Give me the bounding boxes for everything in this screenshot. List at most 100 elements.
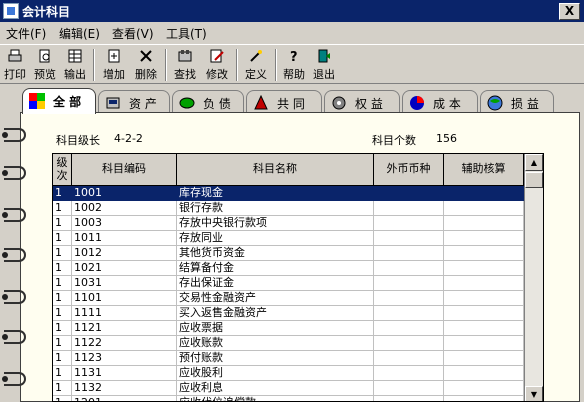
- cell-name: 存出保证金: [177, 276, 374, 291]
- level-length-value: 4-2-2: [114, 132, 143, 145]
- cell-auxiliary: [444, 381, 524, 396]
- add-button[interactable]: 增加: [99, 47, 129, 81]
- cell-name: 存放中央银行款项: [177, 216, 374, 231]
- scroll-thumb[interactable]: [525, 172, 543, 188]
- menu-tools[interactable]: 工具(T): [166, 25, 207, 42]
- table-row[interactable]: 11201应收代位追偿款: [53, 396, 524, 401]
- tab-common[interactable]: 共 同: [246, 90, 322, 112]
- table-row[interactable]: 1 1012 其他货币资金: [53, 246, 524, 261]
- find-icon: [178, 49, 192, 63]
- table-row[interactable]: 1 1101 交易性金融资产: [53, 291, 524, 306]
- exit-button[interactable]: 退出: [310, 47, 338, 81]
- cell-code: 1101: [72, 291, 177, 306]
- magic-wand-icon: [249, 49, 263, 63]
- cell-level: 1: [53, 246, 72, 261]
- delete-button[interactable]: 删除: [131, 47, 161, 81]
- table-row[interactable]: 1 1011 存放同业: [53, 231, 524, 246]
- tab-assets[interactable]: 资 产: [98, 90, 170, 112]
- vertical-scrollbar[interactable]: ▲ ▼: [524, 154, 543, 401]
- binder-ring: [2, 128, 26, 142]
- table-row[interactable]: 1 1111 买入返售金融资产: [53, 306, 524, 321]
- cell-name: 应收利息: [177, 381, 374, 396]
- cell-auxiliary: [444, 246, 524, 261]
- cell-code: 1002: [72, 201, 177, 216]
- menu-edit[interactable]: 编辑(E): [59, 25, 100, 42]
- cell-auxiliary: [444, 186, 524, 201]
- cell-currency: [374, 216, 444, 231]
- export-icon: [68, 49, 82, 63]
- tab-profit-loss[interactable]: 损 益: [480, 90, 554, 112]
- all-icon: [29, 93, 45, 109]
- toolbar-separator: [93, 49, 95, 81]
- table-row[interactable]: 1 1031 存出保证金: [53, 276, 524, 291]
- table-row[interactable]: 1 1001 库存现金: [53, 186, 524, 201]
- cell-name: 银行存款: [177, 201, 374, 216]
- cell-currency: [374, 291, 444, 306]
- menu-bar: 文件(F) 编辑(E) 查看(V) 工具(T): [0, 22, 584, 42]
- cell-level: 1: [53, 201, 72, 216]
- cell-currency: [374, 321, 444, 336]
- tab-equity[interactable]: 权 益: [324, 90, 400, 112]
- cell-auxiliary: [444, 276, 524, 291]
- table-row[interactable]: 1 1123 预付账款: [53, 351, 524, 366]
- edit-icon: [210, 49, 224, 63]
- export-button[interactable]: 输出: [61, 47, 89, 81]
- column-header-name[interactable]: 科目名称: [177, 154, 374, 186]
- find-button[interactable]: 查找: [170, 47, 200, 81]
- binder-ring: [2, 248, 26, 262]
- cell-auxiliary: [444, 216, 524, 231]
- table-row[interactable]: 1 1122 应收账款: [53, 336, 524, 351]
- close-button[interactable]: X: [559, 3, 580, 20]
- table-row[interactable]: 1 1002 银行存款: [53, 201, 524, 216]
- cell-auxiliary: [444, 351, 524, 366]
- cell-level: 1: [53, 321, 72, 336]
- level-length-label: 科目级长: [56, 134, 100, 147]
- toolbar: 打印 预览 输出 增加 删除 查找 修改 定义 ? 帮助 退出: [0, 44, 584, 84]
- account-count-value: 156: [436, 132, 457, 145]
- binder-ring: [2, 372, 26, 386]
- cell-auxiliary: [444, 291, 524, 306]
- table-row[interactable]: 1 1021 结算备付金: [53, 261, 524, 276]
- cell-currency: [374, 201, 444, 216]
- cell-name: 库存现金: [177, 186, 374, 201]
- cell-auxiliary: [444, 231, 524, 246]
- define-button[interactable]: 定义: [241, 47, 271, 81]
- cell-name: 应收账款: [177, 336, 374, 351]
- cell-level: 1: [53, 261, 72, 276]
- cell-code: 1011: [72, 231, 177, 246]
- tab-cost[interactable]: 成 本: [402, 90, 478, 112]
- cell-name: 应收票据: [177, 321, 374, 336]
- cell-currency: [374, 366, 444, 381]
- cell-auxiliary: [444, 306, 524, 321]
- scroll-up-button[interactable]: ▲: [525, 154, 543, 171]
- help-button[interactable]: ? 帮助: [280, 47, 308, 81]
- table-row[interactable]: 1 1003 存放中央银行款项: [53, 216, 524, 231]
- toolbar-separator: [165, 49, 167, 81]
- column-header-level[interactable]: 级次: [53, 154, 72, 186]
- table-row[interactable]: 1 1131 应收股利: [53, 366, 524, 381]
- menu-view[interactable]: 查看(V): [112, 25, 154, 42]
- cell-level: 1: [53, 396, 72, 401]
- cell-code: 1021: [72, 261, 177, 276]
- print-button[interactable]: 打印: [1, 47, 29, 81]
- preview-button[interactable]: 预览: [31, 47, 59, 81]
- edit-button[interactable]: 修改: [202, 47, 232, 81]
- cell-name: 存放同业: [177, 231, 374, 246]
- tab-liabilities[interactable]: 负 债: [172, 90, 244, 112]
- menu-file[interactable]: 文件(F): [6, 25, 46, 42]
- scroll-down-button[interactable]: ▼: [525, 386, 543, 401]
- tab-all[interactable]: 全 部: [22, 88, 96, 114]
- column-header-auxiliary[interactable]: 辅助核算: [444, 154, 524, 186]
- table-row[interactable]: 1 1132 应收利息: [53, 381, 524, 396]
- cell-auxiliary: [444, 396, 524, 401]
- column-header-currency[interactable]: 外币币种: [374, 154, 444, 186]
- account-grid: 级次 科目编码 科目名称 外币币种 辅助核算 1 1001 库存现金 1 1002 银行存…: [52, 153, 544, 402]
- column-header-code[interactable]: 科目编码: [72, 154, 177, 186]
- cell-currency: [374, 261, 444, 276]
- cell-code: 1132: [72, 381, 177, 396]
- binder-ring: [2, 208, 26, 222]
- common-icon: [253, 94, 269, 111]
- cell-auxiliary: [444, 366, 524, 381]
- cell-level: 1: [53, 306, 72, 321]
- table-row[interactable]: 1 1121 应收票据: [53, 321, 524, 336]
